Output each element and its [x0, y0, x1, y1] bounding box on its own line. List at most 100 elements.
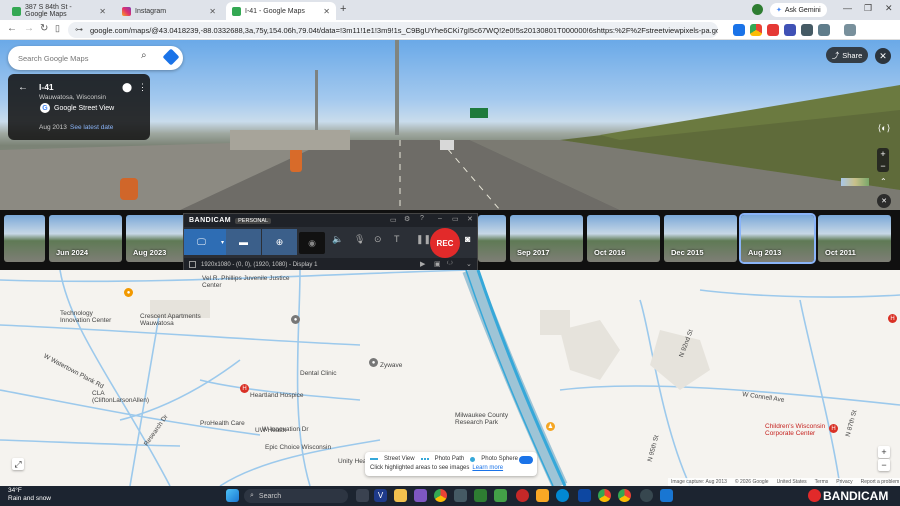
minimize-window-icon[interactable]: — [843, 3, 852, 13]
close-window-icon[interactable]: ✕ [885, 3, 893, 14]
place-pin-icon[interactable]: ● [291, 315, 300, 324]
folder-icon[interactable]: ▭ [390, 216, 397, 224]
text-overlay-icon[interactable]: T [394, 234, 400, 244]
street-view-layer-toggle[interactable] [519, 456, 533, 464]
learn-more-link[interactable]: Learn more [472, 465, 503, 471]
image-icon[interactable]: ▣ [434, 260, 441, 268]
expand-chevron-icon[interactable]: ⌃ [880, 177, 887, 186]
chrome-extension-icon[interactable] [750, 24, 762, 36]
red-extension-icon[interactable] [767, 24, 779, 36]
map-zoom-in-icon[interactable]: + [878, 446, 890, 458]
media-player-icon[interactable] [640, 489, 653, 502]
back-arrow-icon[interactable]: ← [18, 82, 28, 93]
map-label-heartland-hospice[interactable]: Heartland Hospice [250, 392, 303, 399]
device-mode-button[interactable]: ▬ [226, 229, 261, 255]
timeline-thumb[interactable]: Sep 2017 [510, 215, 583, 262]
windows-start-icon[interactable] [226, 489, 239, 502]
hospital-pin-icon[interactable]: H [240, 384, 249, 393]
pause-icon[interactable]: ❚❚ [416, 234, 431, 245]
imagery-thumbnail-strip[interactable] [841, 178, 869, 186]
map-label-dental-clinic[interactable]: Dental Clinic [300, 370, 337, 377]
map-zoom-out-icon[interactable]: − [878, 459, 890, 471]
privacy-link[interactable]: Privacy [836, 479, 852, 485]
share-button[interactable]: ⤴ Share [826, 47, 868, 63]
zoom-out-icon[interactable]: − [877, 160, 889, 172]
see-latest-date-link[interactable]: See latest date [70, 124, 113, 131]
timeline-thumb[interactable] [478, 215, 506, 262]
collapse-chevron-icon[interactable]: ⌄ [466, 260, 472, 268]
tab-instagram[interactable]: Instagram ✕ [116, 2, 222, 20]
map-label-zywave[interactable]: Zywave [380, 362, 402, 369]
maps-search-box[interactable]: Search Google Maps ⌕ [8, 46, 183, 70]
app-icon[interactable] [578, 489, 591, 502]
fullscreen-icon[interactable]: ⤢ [12, 458, 24, 470]
directions-icon[interactable] [162, 48, 180, 66]
help-icon[interactable]: ? [420, 215, 424, 222]
copilot-icon[interactable] [414, 489, 427, 502]
restaurant-pin-icon[interactable]: ● [124, 288, 133, 297]
video-icon[interactable]: ▶ [420, 260, 425, 268]
timeline-thumb[interactable] [4, 215, 45, 262]
app-icon[interactable] [454, 489, 467, 502]
tab-google-maps-1[interactable]: 387 S 84th St - Google Maps ✕ [6, 2, 112, 20]
restore-icon[interactable]: ▭ [452, 215, 459, 223]
reload-icon[interactable]: ↻ [40, 23, 48, 34]
weather-widget[interactable]: 34°F Rain and snow [8, 487, 51, 503]
close-tab-icon[interactable]: ✕ [99, 7, 106, 16]
close-timeline-icon[interactable]: ✕ [877, 194, 891, 208]
compass-icon[interactable]: ⟨◐⟩ [875, 123, 893, 137]
close-tab-icon[interactable]: ✕ [209, 7, 216, 16]
close-tab-icon[interactable]: ✕ [323, 7, 330, 16]
region-link[interactable]: United States [777, 479, 807, 485]
ask-gemini-button[interactable]: ✦ Ask Gemini [770, 3, 827, 17]
timeline-thumb[interactable]: Oct 2011 [818, 215, 891, 262]
site-info-icon[interactable]: ⊶ [75, 25, 83, 34]
record-button[interactable]: REC [430, 228, 460, 258]
extension-lens-icon[interactable] [733, 24, 745, 36]
map-label-crescent-apartments[interactable]: Crescent Apartments Wauwatosa [140, 313, 220, 327]
taskbar-search[interactable]: ⌕ Search [244, 489, 348, 503]
audio-icon[interactable]: ⁽·⁾ [447, 260, 453, 268]
timeline-thumb-selected[interactable]: Aug 2013 [739, 213, 816, 264]
file-explorer-icon[interactable] [394, 489, 407, 502]
close-icon[interactable]: ✕ [467, 215, 473, 223]
zoom-in-icon[interactable]: + [877, 148, 889, 160]
terms-link[interactable]: Terms [815, 479, 829, 485]
side-panel-icon[interactable] [844, 24, 856, 36]
map-label-research-park[interactable]: Milwaukee County Research Park [455, 412, 525, 426]
pegman-icon[interactable]: ♟ [546, 422, 555, 431]
edge-icon[interactable] [556, 489, 569, 502]
new-tab-icon[interactable]: + [340, 3, 346, 15]
map-label-juvenile-justice-center[interactable]: Vel R. Phillips Juvenile Justice Center [202, 275, 302, 289]
game-mode-button[interactable]: ⊕ [262, 229, 297, 255]
mouse-cursor-icon[interactable]: ⊙ [374, 234, 382, 245]
map-label-childrens-wisconsin[interactable]: Children's Wisconsin Corporate Center [765, 423, 845, 437]
sidebar-icon[interactable]: ▯ [55, 23, 60, 34]
search-icon[interactable]: ⌕ [141, 50, 147, 61]
mode-dropdown-icon[interactable]: ▾ [219, 229, 226, 255]
area-checkbox[interactable] [189, 261, 196, 268]
more-options-icon[interactable]: ⋮ [138, 82, 147, 93]
tab-google-maps-active[interactable]: I-41 - Google Maps ✕ [226, 2, 336, 20]
timeline-thumb[interactable]: Dec 2015 [664, 215, 737, 262]
password-extension-icon[interactable] [784, 24, 796, 36]
place-pin-icon[interactable]: ● [369, 358, 378, 367]
folder-icon[interactable] [536, 489, 549, 502]
vs-code-icon[interactable]: V [374, 489, 387, 502]
settings-gear-icon[interactable]: ⚙ [404, 215, 410, 223]
task-view-icon[interactable] [356, 489, 369, 502]
map-label-cla[interactable]: CLA (CliftonLarsonAllen) [92, 390, 149, 404]
map-label-epic-choice[interactable]: Epic Choice Wisconsin [265, 444, 331, 451]
excel-icon[interactable] [474, 489, 487, 502]
map-label-prohealth-care[interactable]: ProHealth Care [200, 420, 245, 427]
timeline-thumb[interactable]: Jun 2024 [49, 215, 122, 262]
map-label-technology-innovation-center[interactable]: Technology Innovation Center [60, 310, 120, 324]
speaker-icon[interactable]: 🔈 [332, 234, 343, 245]
timeline-thumb[interactable]: Oct 2016 [587, 215, 660, 262]
chrome-icon[interactable] [618, 489, 631, 502]
youtube-extension-icon[interactable] [801, 24, 813, 36]
back-arrow-icon[interactable]: ← [7, 23, 17, 34]
report-problem-link[interactable]: Report a problem [861, 479, 900, 485]
chrome-icon[interactable] [434, 489, 447, 502]
maximize-window-icon[interactable]: ❐ [864, 3, 872, 14]
